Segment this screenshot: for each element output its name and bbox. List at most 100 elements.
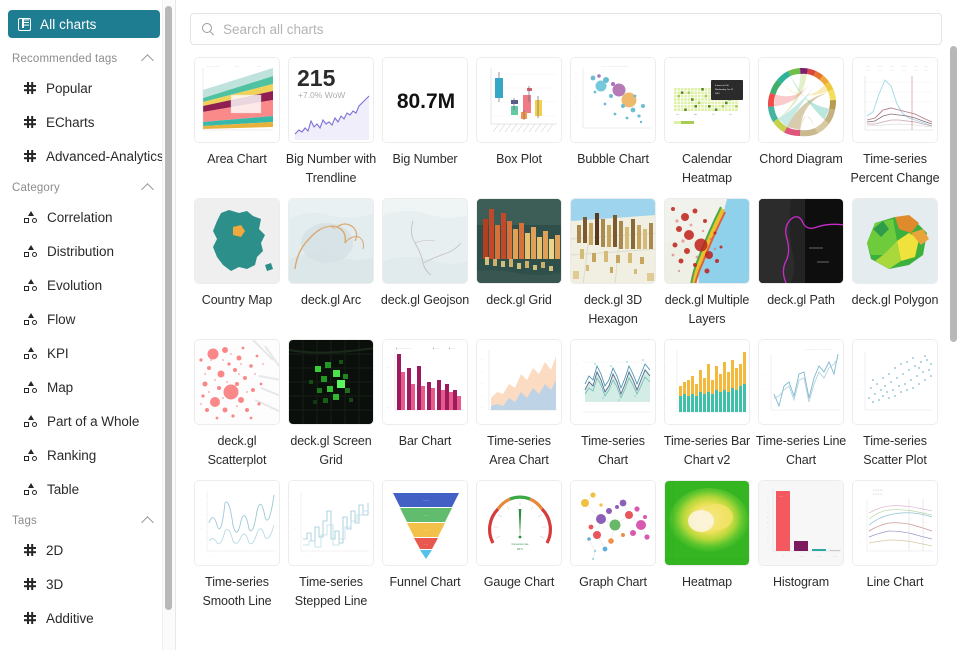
chart-card[interactable]: Chord Diagram [754, 57, 848, 188]
chart-card[interactable]: ≡ ≡ ≡ ≡ ≡ ≡ ≡ ≡ ≡ ≡ ≡ ≡ — — — — — — — — … [848, 480, 942, 611]
sidebar-item-label: Correlation [47, 209, 113, 225]
category-icon [24, 313, 37, 325]
chart-thumbnail-funnel-chart: ——— —— —— —— [382, 480, 468, 566]
section-title: Tags [12, 515, 37, 527]
chart-card[interactable]: Heatmap [660, 480, 754, 611]
sidebar-item-2d[interactable]: 2D [8, 533, 160, 567]
sidebar-item-all-charts[interactable]: All charts [8, 10, 160, 38]
chart-card[interactable]: deck.gl Path [754, 198, 848, 329]
main-scrollbar-thumb[interactable] [950, 46, 957, 342]
chevron-up-icon[interactable] [141, 54, 154, 67]
search-icon [202, 23, 214, 35]
chart-card[interactable]: deck.gl Grid [472, 198, 566, 329]
svg-text:——: —— [890, 70, 894, 72]
chart-card[interactable]: —— —— —— —— —— · · · · · Area Chart [190, 57, 284, 188]
chart-card[interactable]: deck.gl Screen Grid [284, 339, 378, 470]
chart-card[interactable]: Conversion rate 68 % Gauge Chart [472, 480, 566, 611]
chart-thumbnail-box-plot [476, 57, 562, 143]
chart-card[interactable]: deck.gl Multiple Layers [660, 198, 754, 329]
svg-text:—: — [387, 377, 389, 379]
chart-card[interactable]: 6 times at 0.00 Wednesday, Jan 11 2012 J… [660, 57, 754, 188]
chart-card[interactable]: — — — — Time-series Scatter Plot [848, 339, 942, 470]
chart-card[interactable]: 80.7M Big Number [378, 57, 472, 188]
sidebar-item-map[interactable]: Map [8, 370, 160, 404]
svg-text:· · · · · · · · · · · · · ·: · · · · · · · · · · · · · · [491, 414, 505, 416]
chart-thumbnail-big-number-trendline: 215 +7.0% WoW [288, 57, 374, 143]
chart-card[interactable]: — — — — Time-series Chart [566, 339, 660, 470]
chart-thumbnail-ts-bar-chart-v2: — — — — [664, 339, 750, 425]
svg-text:— ——— — ——— — ———: — ——— — ——— — ——— [805, 349, 832, 351]
sidebar-item-distribution[interactable]: Distribution [8, 234, 160, 268]
svg-text:——: —— [878, 70, 882, 72]
all-charts-icon [18, 17, 31, 31]
chart-card[interactable]: — — — — · · · · · · · · · · · · · Time-seri… [284, 480, 378, 611]
chart-card[interactable]: deck.gl 3D Hexagon [566, 198, 660, 329]
chart-thumbnail-bar-chart: ▮ ——— ——— ▮ —— ▮ —— — — — — — — [382, 339, 468, 425]
sidebar-item-flow[interactable]: Flow [8, 302, 160, 336]
chart-card[interactable]: deck.gl Polygon [848, 198, 942, 329]
section-header-tags[interactable]: Tags [0, 506, 168, 533]
chart-card[interactable]: ——— ————— ———— — — — — — — — — — Bubble … [566, 57, 660, 188]
sidebar-item-ranking[interactable]: Ranking [8, 438, 160, 472]
sidebar-item-label: All charts [40, 16, 97, 32]
chart-card-label: Graph Chart [579, 575, 647, 589]
search-placeholder: Search all charts [223, 21, 324, 37]
svg-text:——: —— [914, 66, 918, 68]
chart-card[interactable]: Graph Chart [566, 480, 660, 611]
chart-card[interactable]: deck.gl Scatterplot [190, 339, 284, 470]
svg-text:——: —— [902, 66, 906, 68]
chart-card[interactable]: Box Plot [472, 57, 566, 188]
chart-thumbnail-graph-chart [570, 480, 656, 566]
sidebar-item-additive[interactable]: Additive [8, 601, 160, 635]
search-input[interactable]: Search all charts [190, 13, 942, 45]
chevron-up-icon[interactable] [141, 516, 154, 529]
section-header-recommended-tags[interactable]: Recommended tags [0, 44, 168, 71]
sidebar-item-popular[interactable]: Popular [8, 71, 160, 105]
chart-thumbnail-histogram: — — — — — — — — — — — — — —— —— —— —— [758, 480, 844, 566]
chevron-up-icon[interactable] [141, 183, 154, 196]
chart-card[interactable]: Country Map [190, 198, 284, 329]
chart-card[interactable]: deck.gl Arc [284, 198, 378, 329]
svg-text:Conversion rate: Conversion rate [512, 543, 530, 546]
chart-card[interactable]: 215 +7.0% WoW Big Number with Trendline [284, 57, 378, 188]
chart-card[interactable]: —— —— —— —— —— —— —— —— —— —— —— —— Time… [848, 57, 942, 188]
chart-card[interactable]: — — — — · · · · · · · · · · · · · Time-seri… [190, 480, 284, 611]
chart-card[interactable]: ▮ ——— ——— ▮ —— ▮ —— — — — — — — Bar Char… [378, 339, 472, 470]
chart-thumbnail-deckgl-scatterplot [194, 339, 280, 425]
sidebar-item-advanced-analytics[interactable]: Advanced-Analytics [8, 139, 164, 173]
chart-card[interactable]: — — — — — — — — — — — — — —— —— —— —— Hi… [754, 480, 848, 611]
sidebar-item-label: Popular [46, 80, 93, 96]
hash-icon [24, 578, 36, 590]
chart-card[interactable]: ——— —— —— —— Funnel Chart [378, 480, 472, 611]
hash-icon [24, 82, 36, 94]
sidebar-item-part-of-a-whole[interactable]: Part of a Whole [8, 404, 160, 438]
hash-icon [24, 612, 36, 624]
big-number-subtitle: +7.0% WoW [298, 90, 345, 100]
sidebar-item-label: ECharts [46, 114, 95, 130]
category-icon [24, 347, 37, 359]
chart-thumbnail-ts-percent-change: —— —— —— —— —— —— —— —— —— —— —— —— [852, 57, 938, 143]
chart-card[interactable]: deck.gl Geojson [378, 198, 472, 329]
sidebar-item-evolution[interactable]: Evolution [8, 268, 160, 302]
svg-text:▮ ——: ▮ —— [433, 347, 440, 350]
chart-card[interactable]: — — — — — · · · · · · · · · · · · · · Time-… [472, 339, 566, 470]
sidebar-scrollbar-thumb[interactable] [165, 6, 172, 610]
chart-thumbnail-area-chart: —— —— —— —— —— · · · · · [194, 57, 280, 143]
chart-thumbnail-ts-scatter-plot: — — — — [852, 339, 938, 425]
svg-text:——: —— [902, 70, 906, 72]
svg-text:≡ ≡ ≡ ≡ ≡ ≡: ≡ ≡ ≡ ≡ ≡ ≡ [873, 489, 884, 492]
sidebar-item-echarts[interactable]: ECharts [8, 105, 160, 139]
chart-card[interactable]: — — — — Time-series Bar Chart v2 [660, 339, 754, 470]
sidebar-item-kpi[interactable]: KPI [8, 336, 160, 370]
chart-card-label: Country Map [201, 293, 273, 307]
svg-text:——: —— [257, 66, 261, 68]
svg-text:——: —— [235, 66, 239, 68]
sidebar-item-correlation[interactable]: Correlation [8, 200, 160, 234]
svg-text:—: — [575, 97, 577, 99]
sidebar-item-3d[interactable]: 3D [8, 567, 160, 601]
chart-card[interactable]: — ——— — ——— — ——— — — — — · · · · · · · · ·… [754, 339, 848, 470]
sidebar: All charts Recommended tags Popular ECha… [0, 0, 176, 650]
sidebar-item-table[interactable]: Table [8, 472, 160, 506]
sidebar-item-label: Table [47, 481, 80, 497]
section-header-category[interactable]: Category [0, 173, 168, 200]
